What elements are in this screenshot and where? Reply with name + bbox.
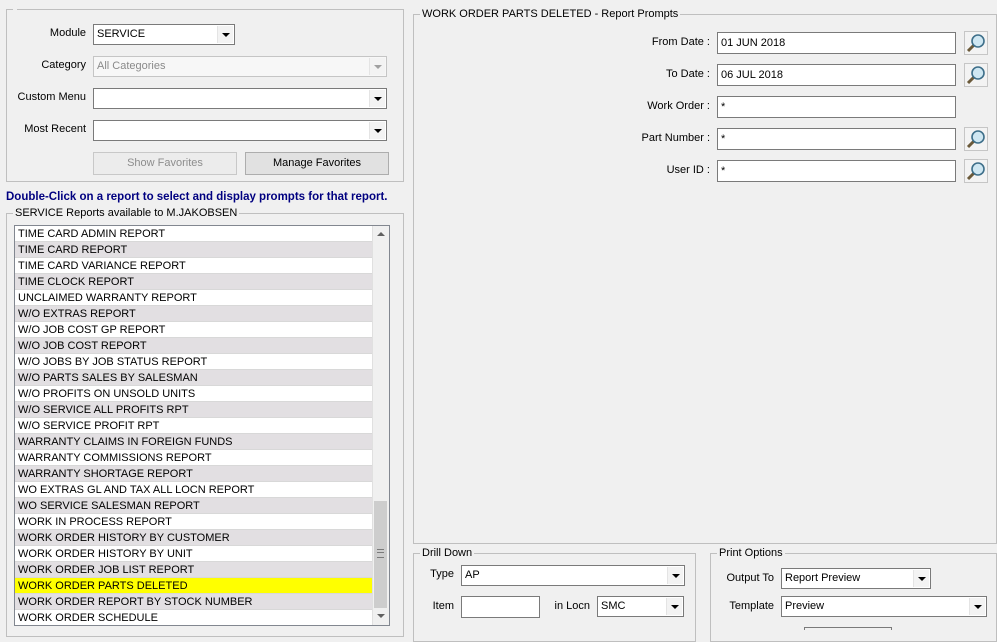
chevron-down-icon[interactable] xyxy=(913,570,929,587)
report-prompts-legend: WORK ORDER PARTS DELETED - Report Prompt… xyxy=(422,8,679,20)
print-options-legend: Print Options xyxy=(719,547,783,559)
report-list-item[interactable]: WORK ORDER HISTORY BY CUSTOMER xyxy=(15,530,374,546)
module-select-value: SERVICE xyxy=(97,28,146,40)
user-id-field[interactable]: * xyxy=(717,160,956,182)
report-list-item[interactable]: WORK IN PROCESS REPORT xyxy=(15,514,374,530)
most-recent-select[interactable] xyxy=(93,120,387,141)
report-list-item[interactable]: WORK ORDER REPORT BY STOCK NUMBER xyxy=(15,594,374,610)
report-list-item[interactable]: WARRANTY CLAIMS IN FOREIGN FUNDS xyxy=(15,434,374,450)
module-select[interactable]: SERVICE xyxy=(93,24,235,45)
magnifier-icon xyxy=(964,63,988,87)
report-list-item[interactable]: WORK ORDER SCHEDULE xyxy=(15,610,374,625)
custom-menu-select[interactable] xyxy=(93,88,387,109)
output-to-select[interactable]: Report Preview xyxy=(781,568,931,589)
report-list-item[interactable]: WARRANTY COMMISSIONS REPORT xyxy=(15,450,374,466)
report-list-item[interactable]: W/O JOB COST REPORT xyxy=(15,338,374,354)
report-list-item[interactable]: W/O JOBS BY JOB STATUS REPORT xyxy=(15,354,374,370)
grip-icon xyxy=(377,549,384,558)
work-order-value: * xyxy=(721,101,726,113)
most-recent-label: Most Recent xyxy=(24,123,86,135)
to-date-label: To Date : xyxy=(665,68,710,80)
category-label: Category xyxy=(41,59,86,71)
manage-favorites-button[interactable]: Manage Favorites xyxy=(245,152,389,175)
reports-legend: SERVICE Reports available to M.JAKOBSEN xyxy=(15,207,238,219)
magnifier-icon xyxy=(964,159,988,183)
report-list-item[interactable]: UNCLAIMED WARRANTY REPORT xyxy=(15,290,374,306)
report-list-item[interactable]: WORK ORDER HISTORY BY UNIT xyxy=(15,546,374,562)
drill-type-select[interactable]: AP xyxy=(461,565,685,586)
chevron-down-icon[interactable] xyxy=(369,122,385,139)
chevron-down-icon[interactable] xyxy=(217,26,233,43)
drill-locn-select[interactable]: SMC xyxy=(597,596,684,617)
template-label: Template xyxy=(729,600,774,612)
part-number-label: Part Number : xyxy=(641,132,710,144)
show-favorites-button[interactable]: Show Favorites xyxy=(93,152,237,175)
output-to-value: Report Preview xyxy=(785,572,861,584)
drill-locn-value: SMC xyxy=(601,600,626,612)
part-number-value: * xyxy=(721,133,726,145)
report-list-item[interactable]: TIME CARD ADMIN REPORT xyxy=(15,226,374,242)
chevron-down-icon[interactable] xyxy=(369,58,385,75)
report-list-item[interactable]: TIME CARD REPORT xyxy=(15,242,374,258)
report-list-item[interactable]: WO SERVICE SALESMAN REPORT xyxy=(15,498,374,514)
work-order-field[interactable]: * xyxy=(717,96,956,118)
drill-down-legend: Drill Down xyxy=(422,547,473,559)
to-date-field[interactable]: 06 JUL 2018 xyxy=(717,64,956,86)
report-list-item[interactable]: W/O JOB COST GP REPORT xyxy=(15,322,374,338)
magnifier-icon xyxy=(964,31,988,55)
scroll-up-icon[interactable] xyxy=(373,226,389,243)
from-date-label: From Date : xyxy=(651,36,710,48)
output-to-label: Output To xyxy=(726,572,775,584)
instruction-text: Double-Click on a report to select and d… xyxy=(6,191,388,203)
to-date-lookup-button[interactable] xyxy=(964,63,988,87)
custom-menu-label: Custom Menu xyxy=(17,91,86,103)
drill-locn-label: in Locn xyxy=(554,600,590,612)
scroll-thumb[interactable] xyxy=(374,501,387,608)
report-list-item[interactable]: WO EXTRAS GL AND TAX ALL LOCN REPORT xyxy=(15,482,374,498)
chevron-down-icon[interactable] xyxy=(666,598,682,615)
report-list-item[interactable]: W/O SERVICE PROFIT RPT xyxy=(15,418,374,434)
reports-list-scrollbar[interactable] xyxy=(372,226,389,625)
drill-item-label: Item xyxy=(432,600,454,612)
drill-type-label: Type xyxy=(430,568,454,580)
from-date-value: 01 JUN 2018 xyxy=(721,37,786,49)
template-select[interactable]: Preview xyxy=(781,596,987,617)
drill-down-group: Drill Down xyxy=(413,547,696,642)
from-date-field[interactable]: 01 JUN 2018 xyxy=(717,32,956,54)
from-date-lookup-button[interactable] xyxy=(964,31,988,55)
magnifier-icon xyxy=(964,127,988,151)
scroll-down-icon[interactable] xyxy=(373,608,389,625)
report-list-item[interactable]: W/O SERVICE ALL PROFITS RPT xyxy=(15,402,374,418)
drill-type-value: AP xyxy=(465,569,480,581)
report-prompts-group: WORK ORDER PARTS DELETED - Report Prompt… xyxy=(413,8,997,544)
to-date-value: 06 JUL 2018 xyxy=(721,69,783,81)
category-select[interactable]: All Categories xyxy=(93,56,387,77)
user-id-lookup-button[interactable] xyxy=(964,159,988,183)
report-list-item[interactable]: WORK ORDER JOB LIST REPORT xyxy=(15,562,374,578)
report-list-item[interactable]: WARRANTY SHORTAGE REPORT xyxy=(15,466,374,482)
chevron-down-icon[interactable] xyxy=(667,567,683,584)
report-list-item[interactable]: TIME CLOCK REPORT xyxy=(15,274,374,290)
report-list-item[interactable]: W/O PARTS SALES BY SALESMAN xyxy=(15,370,374,386)
user-id-value: * xyxy=(721,165,726,177)
template-value: Preview xyxy=(785,600,825,612)
chevron-down-icon[interactable] xyxy=(369,90,385,107)
report-list-item[interactable]: W/O EXTRAS REPORT xyxy=(15,306,374,322)
user-id-label: User ID : xyxy=(666,164,710,176)
report-list-item[interactable]: WORK ORDER PARTS DELETED xyxy=(15,578,374,594)
chevron-down-icon[interactable] xyxy=(969,598,985,615)
category-select-value: All Categories xyxy=(97,60,166,72)
part-number-field[interactable]: * xyxy=(717,128,956,150)
report-list-item[interactable]: W/O PROFITS ON UNSOLD UNITS xyxy=(15,386,374,402)
work-order-label: Work Order : xyxy=(647,100,710,112)
drill-item-field[interactable] xyxy=(461,596,540,618)
part-number-lookup-button[interactable] xyxy=(964,127,988,151)
reports-list[interactable]: TIME CARD ADMIN REPORT TIME CARD REPORT TI… xyxy=(14,225,390,626)
report-list-item[interactable]: TIME CARD VARIANCE REPORT xyxy=(15,258,374,274)
module-label: Module xyxy=(49,27,86,39)
